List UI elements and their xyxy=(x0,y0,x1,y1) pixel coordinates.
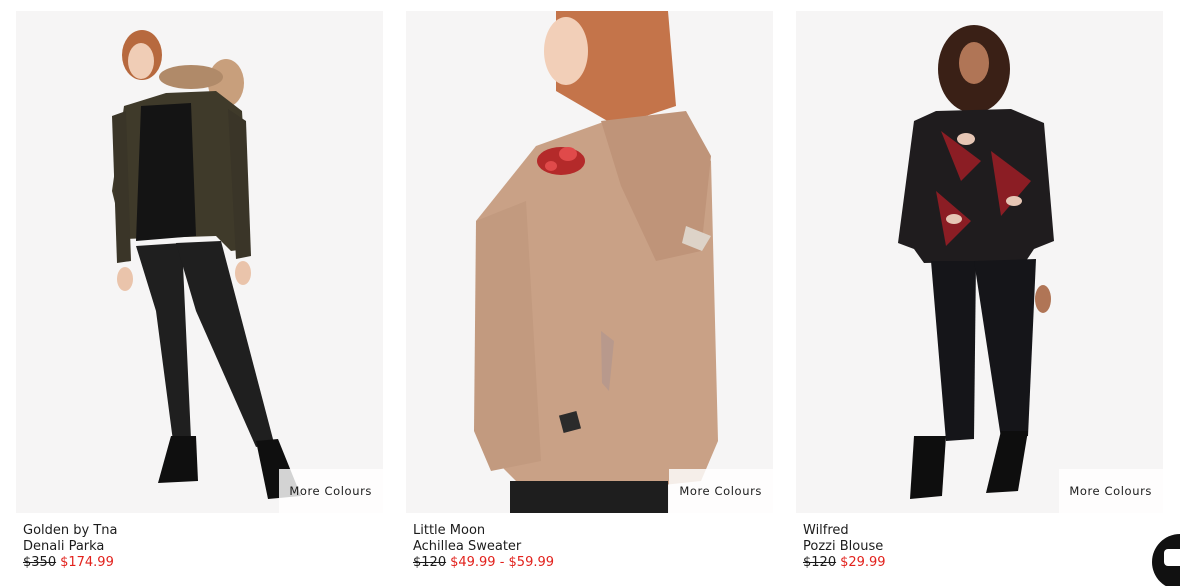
product-image-denali-parka[interactable]: More Colours xyxy=(16,11,383,513)
more-colours-link[interactable]: More Colours xyxy=(279,469,383,513)
product-info: Golden by Tna Denali Parka $350 $174.99 xyxy=(16,513,383,571)
product-name[interactable]: Denali Parka xyxy=(23,539,383,555)
price-row: $120 $49.99 - $59.99 xyxy=(413,555,773,571)
original-price: $120 xyxy=(413,555,447,570)
price-row: $120 $29.99 xyxy=(803,555,1163,571)
product-card: More Colours Wilfred Pozzi Blouse $120 $2… xyxy=(796,11,1163,571)
product-image-pozzi-blouse[interactable]: More Colours xyxy=(796,11,1163,513)
product-card: More Colours Golden by Tna Denali Parka … xyxy=(16,11,383,571)
sale-price: $29.99 xyxy=(840,555,886,570)
product-grid: More Colours Golden by Tna Denali Parka … xyxy=(0,0,1180,586)
more-colours-link[interactable]: More Colours xyxy=(669,469,773,513)
product-image-achillea-sweater[interactable]: More Colours xyxy=(406,11,773,513)
model-in-blouse-image xyxy=(898,25,1054,499)
product-card: More Colours Little Moon Achillea Sweate… xyxy=(406,11,773,571)
sale-price: $174.99 xyxy=(60,555,114,570)
product-info: Wilfred Pozzi Blouse $120 $29.99 xyxy=(796,513,1163,571)
model-in-hoodie-image xyxy=(474,11,718,513)
product-info: Little Moon Achillea Sweater $120 $49.99 … xyxy=(406,513,773,571)
original-price: $350 xyxy=(23,555,57,570)
model-in-parka-image xyxy=(112,30,301,499)
product-name[interactable]: Pozzi Blouse xyxy=(803,539,1163,555)
product-brand[interactable]: Little Moon xyxy=(413,523,773,539)
product-name[interactable]: Achillea Sweater xyxy=(413,539,773,555)
original-price: $120 xyxy=(803,555,837,570)
price-row: $350 $174.99 xyxy=(23,555,383,571)
product-brand[interactable]: Wilfred xyxy=(803,523,1163,539)
sale-price: $49.99 - $59.99 xyxy=(450,555,555,570)
more-colours-link[interactable]: More Colours xyxy=(1059,469,1163,513)
chat-bubble-icon xyxy=(1164,549,1180,566)
product-brand[interactable]: Golden by Tna xyxy=(23,523,383,539)
